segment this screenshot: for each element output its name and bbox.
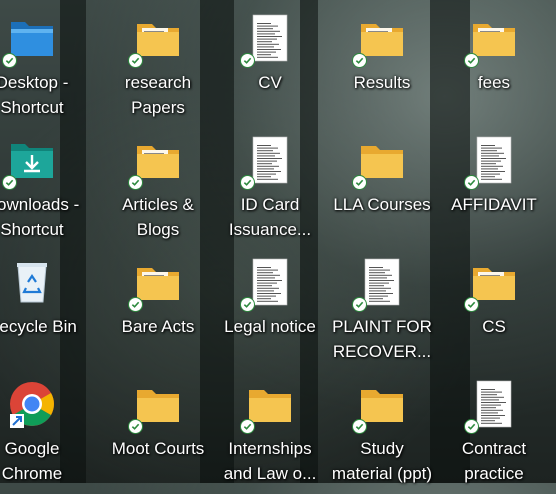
- desktop-icon-label: AFFIDAVIT: [451, 195, 537, 214]
- desktop-icon-cs[interactable]: CS: [438, 252, 550, 372]
- desktop: Desktop - Shortcut research Papers CV Resu…: [0, 0, 556, 483]
- sync-check-icon: [352, 175, 367, 190]
- sync-check-icon: [240, 297, 255, 312]
- document-icon: [240, 14, 294, 68]
- document-icon: [240, 258, 294, 312]
- sync-check-icon: [464, 175, 479, 190]
- download-folder-icon: [2, 136, 56, 190]
- document-icon: [240, 136, 294, 190]
- folder-icon: [128, 14, 182, 68]
- desktop-icon-label: Legal notice: [224, 317, 316, 336]
- desktop-icon-label: CS: [482, 317, 506, 336]
- desktop-icon-label: CV: [258, 73, 282, 92]
- folder-icon: [128, 136, 182, 190]
- folder-icon: [464, 258, 518, 312]
- desktop-icon-label: fees: [477, 73, 511, 92]
- sync-check-icon: [2, 53, 17, 68]
- sync-check-icon: [240, 175, 255, 190]
- folder-icon: [240, 380, 294, 434]
- sync-check-icon: [128, 297, 143, 312]
- folder-icon: [352, 136, 406, 190]
- desktop-icon-fees[interactable]: fees: [438, 8, 550, 128]
- folder-icon: [128, 380, 182, 434]
- sync-check-icon: [128, 419, 143, 434]
- desktop-icon-id-card[interactable]: ID Card Issuance...: [214, 130, 326, 250]
- sync-check-icon: [240, 419, 255, 434]
- desktop-icon-results[interactable]: Results: [326, 8, 438, 128]
- sync-check-icon: [240, 53, 255, 68]
- desktop-icon-google-chrome[interactable]: Google Chrome: [0, 374, 88, 494]
- desktop-icon-study-material[interactable]: Study material (ppt): [326, 374, 438, 494]
- folder-icon: [352, 380, 406, 434]
- recycle-bin-icon: [8, 258, 56, 306]
- desktop-icon-label: Results: [353, 73, 411, 92]
- folder-icon: [352, 14, 406, 68]
- desktop-icon-articles-blogs[interactable]: Articles & Blogs: [102, 130, 214, 250]
- sync-check-icon: [464, 297, 479, 312]
- sync-check-icon: [128, 53, 143, 68]
- desktop-icon-label: LLA Courses: [333, 195, 431, 214]
- sync-check-icon: [464, 419, 479, 434]
- desktop-icon-cv[interactable]: CV: [214, 8, 326, 128]
- sync-check-icon: [352, 297, 367, 312]
- desktop-icon-label: Internships and Law o...: [223, 439, 317, 483]
- desktop-icon-contract-practice[interactable]: Contract practice: [438, 374, 550, 494]
- desktop-icon-desktop-shortcut[interactable]: Desktop - Shortcut: [0, 8, 88, 128]
- desktop-icon-label: Google Chrome: [1, 439, 63, 483]
- desktop-icon-research-papers[interactable]: research Papers: [102, 8, 214, 128]
- desktop-icon-label: Study material (ppt): [331, 439, 433, 483]
- desktop-icon-label: Recycle Bin: [0, 317, 77, 336]
- desktop-icon-plaint[interactable]: PLAINT FOR RECOVER...: [326, 252, 438, 372]
- document-icon: [464, 380, 518, 434]
- sync-check-icon: [464, 53, 479, 68]
- sync-check-icon: [352, 419, 367, 434]
- desktop-icon-internships[interactable]: Internships and Law o...: [214, 374, 326, 494]
- desktop-icon-downloads-shortcut[interactable]: Downloads -Shortcut: [0, 130, 88, 250]
- blue-desktop-folder-icon: [2, 14, 56, 68]
- desktop-icon-label: Bare Acts: [121, 317, 195, 336]
- desktop-icon-label: PLAINT FOR RECOVER...: [332, 317, 432, 361]
- desktop-icon-lla-courses[interactable]: LLA Courses: [326, 130, 438, 250]
- desktop-icon-bare-acts[interactable]: Bare Acts: [102, 252, 214, 372]
- desktop-icon-label: Moot Courts: [111, 439, 205, 458]
- desktop-icon-legal-notice[interactable]: Legal notice: [214, 252, 326, 372]
- folder-icon: [128, 258, 182, 312]
- desktop-icon-label: research Papers: [124, 73, 192, 117]
- desktop-icon-label: ID Card Issuance...: [228, 195, 312, 239]
- document-icon: [464, 136, 518, 190]
- document-icon: [352, 258, 406, 312]
- desktop-icon-label: Articles & Blogs: [122, 195, 194, 239]
- sync-check-icon: [352, 53, 367, 68]
- sync-check-icon: [2, 175, 17, 190]
- desktop-icon-moot-courts[interactable]: Moot Courts: [102, 374, 214, 494]
- sync-check-icon: [128, 175, 143, 190]
- folder-icon: [464, 14, 518, 68]
- desktop-icon-label: Contract practice: [461, 439, 527, 483]
- desktop-icon-recycle-bin[interactable]: Recycle Bin: [0, 252, 88, 372]
- desktop-icon-label: Desktop - Shortcut: [0, 73, 69, 117]
- chrome-icon: [8, 380, 56, 428]
- desktop-icon-affidavit[interactable]: AFFIDAVIT: [438, 130, 550, 250]
- desktop-icon-label: Downloads -Shortcut: [0, 195, 80, 239]
